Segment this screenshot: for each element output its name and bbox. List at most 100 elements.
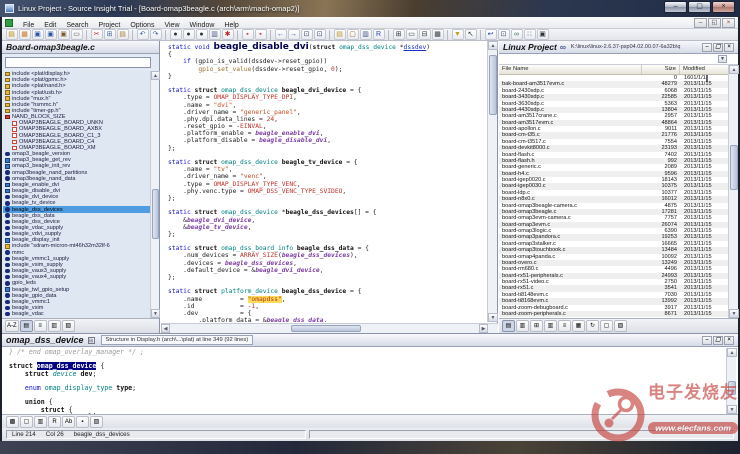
group-view-button[interactable]: ≡ — [34, 320, 47, 332]
editor-vertical-scrollbar[interactable]: ▲ ▼ — [487, 41, 497, 322]
mdi-minimize-button[interactable]: – — [694, 18, 707, 28]
menu-search[interactable]: Search — [61, 22, 93, 29]
project-maximize-button[interactable]: ▢ — [713, 43, 723, 52]
browse-book-button[interactable]: ▥ — [544, 320, 557, 332]
tile-two-windows-icon[interactable]: ⊞ — [393, 29, 405, 40]
small-icons-button[interactable]: ⊞ — [530, 320, 543, 332]
code-editor[interactable]: static void beagle_disable_dvi(struct om… — [161, 41, 498, 333]
jump-caller-icon[interactable]: ⊡ — [314, 29, 326, 40]
browse-project-icon[interactable]: ▥ — [360, 29, 372, 40]
bookmark-jump-icon[interactable]: ▪ — [255, 29, 267, 40]
cascade-windows-icon[interactable]: ▦ — [432, 29, 444, 40]
scroll-up-icon[interactable]: ▲ — [488, 41, 498, 50]
open-project-button[interactable]: ▦ — [572, 320, 585, 332]
print-icon[interactable]: ▭ — [71, 29, 83, 40]
symbol-scrollbar[interactable]: ▲ ▼ — [150, 71, 159, 318]
options-button[interactable]: ▧ — [90, 416, 103, 428]
symbol-window-icon[interactable]: ▤ — [334, 29, 346, 40]
sort-alpha-button[interactable]: A-Z — [5, 320, 19, 332]
context-minimize-button[interactable]: – — [702, 336, 712, 345]
save-icon[interactable]: ▣ — [32, 29, 44, 40]
column-size[interactable]: Size — [642, 65, 680, 74]
chevron-down-icon[interactable]: ▼ — [718, 55, 727, 63]
menu-options[interactable]: Options — [125, 22, 159, 29]
redo-icon[interactable]: ↷ — [150, 29, 162, 40]
context-window-icon[interactable]: ⊡ — [498, 29, 510, 40]
column-file-name[interactable]: File Name — [499, 65, 642, 74]
file-view-button[interactable]: ▤ — [502, 320, 515, 332]
detail-list-button[interactable]: ≡ — [558, 320, 571, 332]
save-copy-icon[interactable]: ▣ — [58, 29, 70, 40]
scroll-up-icon[interactable]: ▲ — [727, 348, 737, 357]
context-scrollbar[interactable]: ▲ ▼ — [726, 348, 736, 414]
one-window-icon[interactable]: ▭ — [406, 29, 418, 40]
project-filter-input[interactable]: ▼ — [499, 54, 738, 65]
menu-edit[interactable]: Edit — [39, 22, 61, 29]
minimize-button[interactable]: – — [664, 1, 687, 13]
project-close-button[interactable]: × — [724, 43, 734, 52]
select-mode-icon[interactable]: ↖ — [465, 29, 477, 40]
menu-file[interactable]: File — [18, 22, 39, 29]
browse-book-button[interactable]: ▥ — [34, 416, 47, 428]
symbol-item[interactable]: beagle_vdac — [3, 311, 151, 317]
browse-book-button[interactable]: ▥ — [48, 320, 61, 332]
activity-lock-button[interactable]: ▩ — [6, 416, 19, 428]
editor-code[interactable]: static void beagle_disable_dvi(struct om… — [161, 41, 487, 322]
find-previous-icon[interactable]: ● — [196, 29, 208, 40]
activate-window-icon[interactable]: ▣ — [537, 29, 549, 40]
mdi-restore-button[interactable]: ◱ — [708, 18, 721, 28]
jump-definition-icon[interactable]: ⊡ — [301, 29, 313, 40]
file-lock-button[interactable]: ▪ — [76, 416, 89, 428]
context-close-button[interactable]: × — [724, 336, 734, 345]
find-next-icon[interactable]: ● — [183, 29, 195, 40]
scroll-right-icon[interactable]: ▶ — [479, 324, 488, 333]
cut-icon[interactable]: ✂ — [91, 29, 103, 40]
context-back-icon[interactable]: ↩ — [485, 29, 497, 40]
open-file-icon[interactable]: ▦ — [19, 29, 31, 40]
scroll-down-icon[interactable]: ▼ — [729, 309, 739, 318]
new-file-icon[interactable]: ▤ — [6, 29, 18, 40]
find-in-files-icon[interactable]: ▥ — [209, 29, 221, 40]
save-all-icon[interactable]: ▣ — [45, 29, 57, 40]
menu-help[interactable]: Help — [219, 22, 243, 29]
style-properties-icon[interactable]: R — [373, 29, 385, 40]
editor-horizontal-scrollbar[interactable]: ◀ ▶ — [161, 323, 498, 333]
bookmark-icon[interactable]: ▪ — [242, 29, 254, 40]
find-icon[interactable]: ● — [170, 29, 182, 40]
menu-window[interactable]: Window — [185, 22, 220, 29]
contents-icon[interactable]: ▢ — [347, 29, 359, 40]
highlight-word-icon[interactable]: ▼ — [452, 29, 464, 40]
table-row[interactable]: board-zoom-peripherals.c86712013/11/15 — [499, 311, 728, 317]
close-button[interactable]: × — [712, 1, 735, 13]
go-back-icon[interactable]: ← — [275, 29, 287, 40]
copy-icon[interactable]: ⊞ — [104, 29, 116, 40]
paste-icon[interactable]: ▤ — [117, 29, 129, 40]
project-scrollbar[interactable]: ▲ ▼ — [728, 65, 738, 318]
synchronize-button[interactable]: ↻ — [586, 320, 599, 332]
scroll-up-icon[interactable]: ▲ — [729, 65, 739, 74]
relation-window-icon[interactable]: ∷ — [524, 29, 536, 40]
project-minimize-button[interactable]: – — [702, 43, 712, 52]
scroll-up-icon[interactable]: ▲ — [151, 71, 160, 80]
symbol-view-button[interactable]: ▤ — [20, 320, 33, 332]
undo-icon[interactable]: ↶ — [137, 29, 149, 40]
project-properties-button[interactable]: ▧ — [614, 320, 627, 332]
file-table-header[interactable]: File Name Size Modified — [499, 65, 728, 75]
link-symbol-icon[interactable]: ∞ — [511, 29, 523, 40]
go-forward-icon[interactable]: → — [288, 29, 300, 40]
replace-icon[interactable]: ✱ — [222, 29, 234, 40]
column-modified[interactable]: Modified — [680, 65, 728, 74]
context-code[interactable]: } /* end omap_overlay_manager */ ; struc… — [2, 347, 738, 415]
maximize-button[interactable]: ▢ — [688, 1, 711, 13]
symbol-filter-input[interactable] — [5, 57, 151, 68]
style-r-button[interactable]: R — [48, 416, 61, 428]
menu-project[interactable]: Project — [94, 22, 126, 29]
split-window-icon[interactable]: ⊟ — [419, 29, 431, 40]
scroll-down-icon[interactable]: ▼ — [488, 313, 498, 322]
mdi-close-button[interactable]: × — [722, 18, 735, 28]
symbol-view-button[interactable]: ▥ — [516, 320, 529, 332]
menu-view[interactable]: View — [159, 22, 184, 29]
context-maximize-button[interactable]: ▢ — [713, 336, 723, 345]
scroll-down-icon[interactable]: ▼ — [151, 309, 160, 318]
new-window-button[interactable]: ▢ — [20, 416, 33, 428]
